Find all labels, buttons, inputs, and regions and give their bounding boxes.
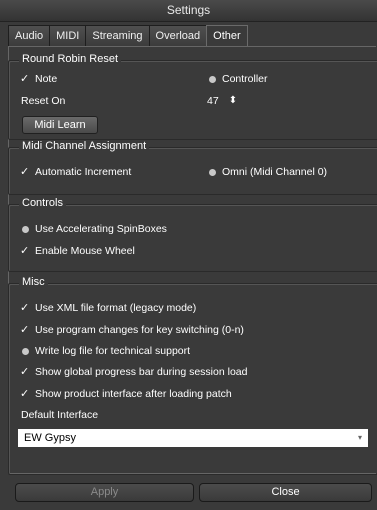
- checkmark-icon: ✓: [20, 166, 30, 178]
- omni-radio[interactable]: Omni (Midi Channel 0): [207, 164, 327, 180]
- log-file-radio[interactable]: Write log file for technical support: [20, 343, 190, 359]
- radio-dot-icon: [209, 168, 216, 176]
- checkmark-icon: ✓: [20, 302, 30, 314]
- controls-title: Controls: [19, 197, 66, 209]
- note-checkbox[interactable]: ✓ Note: [20, 71, 57, 87]
- radio-dot-icon: [22, 347, 29, 355]
- close-button[interactable]: Close: [199, 483, 372, 502]
- note-label: Note: [35, 73, 58, 85]
- mouse-wheel-label: Enable Mouse Wheel: [35, 245, 135, 257]
- accelerating-spinboxes-radio[interactable]: Use Accelerating SpinBoxes: [20, 221, 167, 237]
- omni-label: Omni (Midi Channel 0): [222, 166, 328, 178]
- checkmark-icon: ✓: [20, 245, 30, 257]
- radio-dot-icon: [22, 225, 29, 233]
- program-changes-checkbox[interactable]: ✓ Use program changes for key switching …: [20, 322, 244, 338]
- automatic-increment-checkbox[interactable]: ✓ Automatic Increment: [20, 164, 131, 180]
- checkmark-icon: ✓: [20, 324, 30, 336]
- window-title: Settings: [0, 0, 377, 22]
- checkmark-icon: ✓: [20, 366, 30, 378]
- log-file-label: Write log file for technical support: [35, 345, 191, 357]
- apply-button[interactable]: Apply: [15, 483, 194, 502]
- progress-bar-label: Show global progress bar during session …: [35, 366, 248, 378]
- tab-audio[interactable]: Audio: [8, 25, 51, 46]
- midi-learn-button[interactable]: Midi Learn: [22, 116, 98, 134]
- tab-bar: Audio MIDI Streaming Overload Other: [8, 25, 248, 47]
- controller-label: Controller: [222, 73, 268, 85]
- round-robin-title: Round Robin Reset: [19, 53, 122, 65]
- program-changes-label: Use program changes for key switching (0…: [35, 324, 244, 336]
- reset-on-spinbox[interactable]: 47 ⬍: [207, 93, 237, 109]
- accelerating-spinboxes-label: Use Accelerating SpinBoxes: [35, 223, 167, 235]
- automatic-increment-label: Automatic Increment: [35, 166, 132, 178]
- dropdown-arrow-icon: ▾: [357, 433, 362, 442]
- default-interface-value: EW Gypsy: [24, 432, 76, 444]
- misc-title: Misc: [19, 276, 48, 288]
- checkmark-icon: ✓: [20, 388, 30, 400]
- controls-group: Controls: [8, 197, 377, 272]
- controller-radio[interactable]: Controller: [207, 71, 268, 87]
- checkmark-icon: ✓: [20, 73, 30, 85]
- default-interface-select[interactable]: EW Gypsy ▾: [18, 429, 368, 447]
- tab-other[interactable]: Other: [206, 25, 248, 47]
- product-interface-label: Show product interface after loading pat…: [35, 388, 232, 400]
- mouse-wheel-checkbox[interactable]: ✓ Enable Mouse Wheel: [20, 243, 135, 259]
- xml-format-checkbox[interactable]: ✓ Use XML file format (legacy mode): [20, 300, 196, 316]
- tab-overload[interactable]: Overload: [148, 25, 208, 46]
- tab-midi[interactable]: MIDI: [49, 25, 87, 46]
- reset-on-value: 47: [207, 95, 219, 107]
- spin-arrows-icon[interactable]: ⬍: [229, 96, 237, 106]
- default-interface-label: Default Interface: [21, 409, 99, 421]
- progress-bar-checkbox[interactable]: ✓ Show global progress bar during sessio…: [20, 364, 247, 380]
- product-interface-checkbox[interactable]: ✓ Show product interface after loading p…: [20, 386, 232, 402]
- midi-channel-title: Midi Channel Assignment: [19, 140, 150, 152]
- xml-format-label: Use XML file format (legacy mode): [35, 302, 197, 314]
- radio-dot-icon: [209, 75, 216, 83]
- tab-streaming[interactable]: Streaming: [85, 25, 150, 46]
- reset-on-label: Reset On: [21, 95, 66, 107]
